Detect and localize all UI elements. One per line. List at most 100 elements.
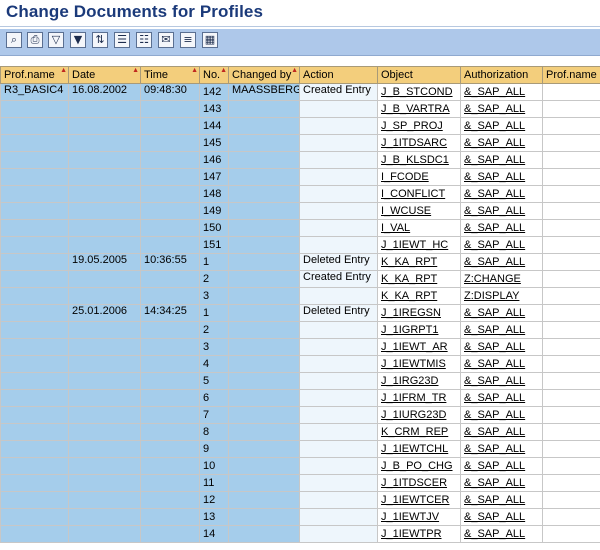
table-row[interactable]: 5 J_1IRG23D &_SAP_ALL [0, 372, 600, 390]
column-header-changed-by[interactable]: Changed by ▲ [228, 66, 300, 84]
cell-authorization-link-text[interactable]: &_SAP_ALL [464, 188, 525, 200]
table-row[interactable]: 2 Created Entry K_KA_RPT Z:CHANGE [0, 270, 600, 288]
column-header-prof-name[interactable]: Prof.name ▲ [0, 66, 69, 84]
cell-authorization-link[interactable]: &_SAP_ALL [460, 83, 543, 101]
cell-object-link[interactable]: K_CRM_REP [377, 423, 461, 441]
cell-object-link[interactable]: J_1IREGSN [377, 304, 461, 322]
mail-icon[interactable]: ✉ [158, 32, 174, 48]
cell-object-link[interactable]: J_SP_PROJ [377, 117, 461, 135]
cell-authorization-link[interactable]: &_SAP_ALL [460, 219, 543, 237]
column-header-time[interactable]: Time ▲ [140, 66, 200, 84]
cell-authorization-link-text[interactable]: &_SAP_ALL [464, 409, 525, 421]
display-sort-icon[interactable]: ⇅ [92, 32, 108, 48]
set-filter-icon[interactable]: ▼ [70, 32, 86, 48]
table-row[interactable]: 143 J_B_VARTRA &_SAP_ALL [0, 100, 600, 118]
table-row[interactable]: 19.05.2005 10:36:55 1 Deleted Entry K_KA_RPT… [0, 253, 600, 271]
cell-object-link[interactable]: I_VAL [377, 219, 461, 237]
cell-authorization-link-text[interactable]: &_SAP_ALL [464, 86, 525, 98]
cell-authorization-link[interactable]: &_SAP_ALL [460, 389, 543, 407]
cell-object-link[interactable]: J_1ITDSARC [377, 134, 461, 152]
cell-object-link[interactable]: J_1ITDSCER [377, 474, 461, 492]
column-header-date[interactable]: Date ▲ [68, 66, 141, 84]
cell-authorization-link[interactable]: &_SAP_ALL [460, 423, 543, 441]
cell-authorization-link-text[interactable]: &_SAP_ALL [464, 307, 525, 319]
cell-authorization-link-text[interactable]: &_SAP_ALL [464, 222, 525, 234]
cell-authorization-link[interactable]: &_SAP_ALL [460, 117, 543, 135]
table-row[interactable]: 12 J_1IEWTCER &_SAP_ALL [0, 491, 600, 509]
cell-authorization-link[interactable]: &_SAP_ALL [460, 372, 543, 390]
cell-authorization-link-text[interactable]: &_SAP_ALL [464, 154, 525, 166]
cell-object-link[interactable]: J_1IEWTCER [377, 491, 461, 509]
zoom-details-icon[interactable]: ⌕ [6, 32, 22, 48]
cell-object-link-text[interactable]: J_1IEWTJV [381, 511, 439, 523]
cell-authorization-link-text[interactable]: &_SAP_ALL [464, 426, 525, 438]
cell-authorization-link[interactable]: &_SAP_ALL [460, 457, 543, 475]
table-row[interactable]: 4 J_1IEWTMIS &_SAP_ALL [0, 355, 600, 373]
table-row[interactable]: 149 I_WCUSE &_SAP_ALL [0, 202, 600, 220]
table-row[interactable]: 7 J_1IURG23D &_SAP_ALL [0, 406, 600, 424]
cell-object-link[interactable]: K_KA_RPT [377, 287, 461, 305]
filter-icon[interactable]: ▽ [48, 32, 64, 48]
cell-object-link-text[interactable]: K_CRM_REP [381, 426, 448, 438]
cell-authorization-link[interactable]: &_SAP_ALL [460, 134, 543, 152]
cell-authorization-link[interactable]: &_SAP_ALL [460, 168, 543, 186]
cell-object-link[interactable]: J_1IEWTJV [377, 508, 461, 526]
cell-object-link-text[interactable]: K_KA_RPT [381, 273, 437, 285]
cell-object-link-text[interactable]: J_1IEWT_AR [381, 341, 448, 353]
cell-authorization-link[interactable]: &_SAP_ALL [460, 236, 543, 254]
column-header-prof-name-2[interactable]: Prof.name [542, 66, 600, 84]
cell-authorization-link-text[interactable]: &_SAP_ALL [464, 443, 525, 455]
cell-authorization-link[interactable]: &_SAP_ALL [460, 253, 543, 271]
cell-object-link-text[interactable]: K_KA_RPT [381, 256, 437, 268]
cell-object-link[interactable]: J_1IEWTCHL [377, 440, 461, 458]
cell-object-link-text[interactable]: J_1IEWTPR [381, 528, 442, 540]
cell-object-link-text[interactable]: J_1ITDSCER [381, 477, 447, 489]
cell-object-link-text[interactable]: I_FCODE [381, 171, 429, 183]
cell-authorization-link[interactable]: &_SAP_ALL [460, 491, 543, 509]
cell-object-link[interactable]: J_1IEWTMIS [377, 355, 461, 373]
cell-authorization-link-text[interactable]: &_SAP_ALL [464, 120, 525, 132]
cell-object-link[interactable]: J_1IRG23D [377, 372, 461, 390]
table-row[interactable]: 3 K_KA_RPT Z:DISPLAY [0, 287, 600, 305]
cell-authorization-link[interactable]: &_SAP_ALL [460, 100, 543, 118]
cell-object-link[interactable]: I_CONFLICT [377, 185, 461, 203]
cell-object-link[interactable]: J_B_STCOND [377, 83, 461, 101]
cell-object-link-text[interactable]: J_B_STCOND [381, 86, 453, 98]
cell-authorization-link[interactable]: &_SAP_ALL [460, 185, 543, 203]
layout-grid-icon[interactable]: ▦ [202, 32, 218, 48]
column-header-object[interactable]: Object [377, 66, 461, 84]
column-header-no[interactable]: No. ▲ [199, 66, 229, 84]
cell-object-link-text[interactable]: J_SP_PROJ [381, 120, 443, 132]
column-header-action[interactable]: Action [299, 66, 378, 84]
table-row[interactable]: 14 J_1IEWTPR &_SAP_ALL [0, 525, 600, 543]
cell-object-link-text[interactable]: J_1IGRPT1 [381, 324, 438, 336]
table-row[interactable]: 25.01.2006 14:34:25 1 Deleted Entry J_1IREGS… [0, 304, 600, 322]
cell-object-link[interactable]: I_FCODE [377, 168, 461, 186]
table-row[interactable]: 8 K_CRM_REP &_SAP_ALL [0, 423, 600, 441]
cell-object-link-text[interactable]: J_1IEWT_HC [381, 239, 448, 251]
table-row[interactable]: 150 I_VAL &_SAP_ALL [0, 219, 600, 237]
cell-object-link[interactable]: J_1IURG23D [377, 406, 461, 424]
cell-authorization-link-text[interactable]: &_SAP_ALL [464, 358, 525, 370]
cell-authorization-link-text[interactable]: &_SAP_ALL [464, 341, 525, 353]
table-row[interactable]: 11 J_1ITDSCER &_SAP_ALL [0, 474, 600, 492]
cell-object-link[interactable]: J_B_KLSDC1 [377, 151, 461, 169]
cell-object-link-text[interactable]: I_CONFLICT [381, 188, 445, 200]
cell-authorization-link[interactable]: &_SAP_ALL [460, 355, 543, 373]
cell-object-link-text[interactable]: I_VAL [381, 222, 410, 234]
table-row[interactable]: 148 I_CONFLICT &_SAP_ALL [0, 185, 600, 203]
cell-object-link-text[interactable]: I_WCUSE [381, 205, 431, 217]
cell-authorization-link[interactable]: &_SAP_ALL [460, 338, 543, 356]
table-row[interactable]: 151 J_1IEWT_HC &_SAP_ALL [0, 236, 600, 254]
cell-object-link[interactable]: J_1IEWT_AR [377, 338, 461, 356]
cell-object-link-text[interactable]: J_1IRG23D [381, 375, 438, 387]
cell-object-link-text[interactable]: J_1IFRM_TR [381, 392, 446, 404]
cell-object-link-text[interactable]: J_B_KLSDC1 [381, 154, 449, 166]
table-row[interactable]: 3 J_1IEWT_AR &_SAP_ALL [0, 338, 600, 356]
cell-authorization-link-text[interactable]: &_SAP_ALL [464, 256, 525, 268]
print-icon[interactable]: ⎙ [27, 32, 43, 48]
cell-object-link-text[interactable]: J_B_VARTRA [381, 103, 450, 115]
cell-authorization-link-text[interactable]: Z:CHANGE [464, 273, 521, 285]
cell-object-link[interactable]: J_1IFRM_TR [377, 389, 461, 407]
cell-object-link[interactable]: K_KA_RPT [377, 270, 461, 288]
